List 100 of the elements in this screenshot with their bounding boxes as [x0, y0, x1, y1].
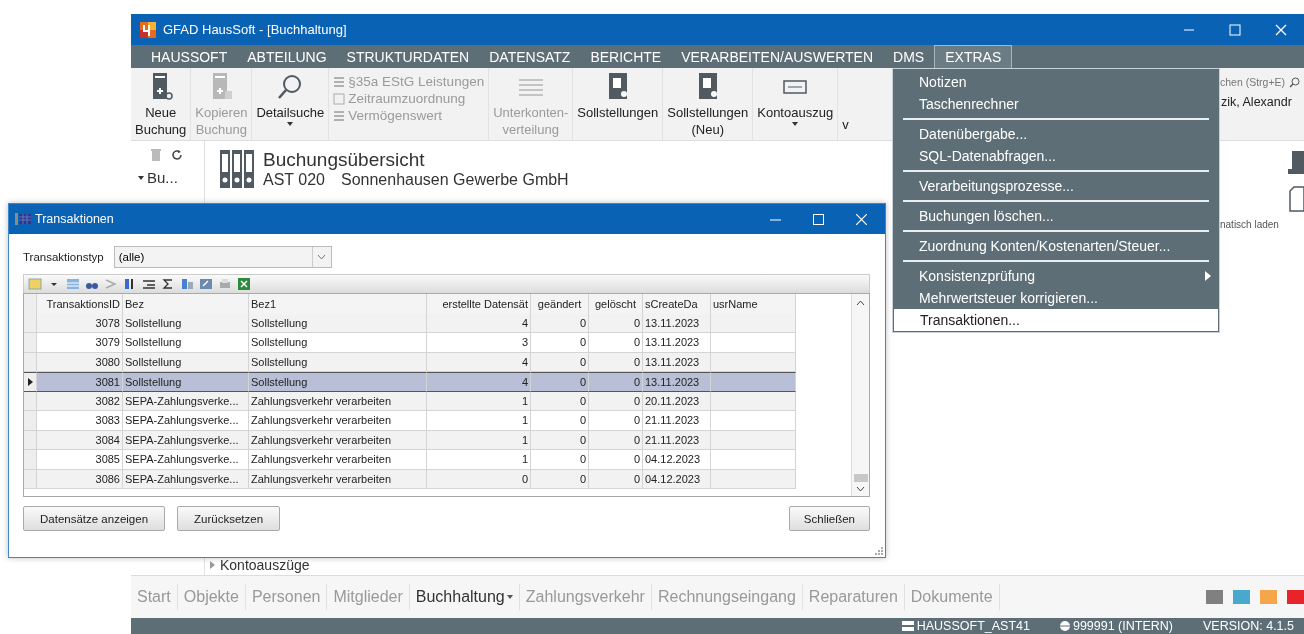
table-cell: 4 [427, 313, 531, 333]
module-tab[interactable]: Reparaturen [802, 584, 905, 610]
menu-item[interactable]: HAUSSOFT [141, 45, 238, 68]
table-cell: 0 [531, 450, 589, 470]
menu-item[interactable]: Taschenrechner [893, 93, 1219, 115]
ribbon-button[interactable]: Sollstellungen (Neu) [663, 68, 754, 140]
module-tab[interactable]: Start [131, 584, 178, 610]
search-field[interactable]: chen (Strg+E) [1220, 76, 1304, 88]
ribbon-button[interactable]: Kontoauszug [753, 68, 839, 140]
color-swatch[interactable] [1287, 590, 1304, 604]
panel-dropdown[interactable]: Bu... [137, 169, 204, 186]
sum-icon[interactable] [161, 277, 175, 291]
maximize-icon[interactable] [1229, 23, 1241, 36]
type-dropdown[interactable]: (alle) [113, 245, 332, 268]
table-cell: Sollstellung [249, 372, 427, 392]
table-cell: 0 [531, 391, 589, 411]
scroll-thumb[interactable] [853, 474, 868, 482]
section-header[interactable]: Kontoauszüge [205, 555, 1220, 575]
module-tab[interactable]: Rechnungseingang [651, 584, 803, 610]
scroll-down-icon[interactable] [856, 486, 865, 492]
table-cell: 0 [531, 352, 589, 372]
module-tab[interactable]: Objekte [177, 584, 246, 610]
module-tab[interactable]: Dokumente [904, 584, 1000, 610]
action-button[interactable]: Zurücksetzen [177, 506, 281, 531]
menu-item[interactable]: VERARBEITEN/AUSWERTEN [671, 45, 884, 68]
column-header[interactable]: geändert [531, 294, 589, 315]
table-cell: 3085 [37, 450, 123, 470]
resize-grip-icon [875, 547, 883, 555]
menu-item[interactable]: Notizen [893, 71, 1219, 93]
menu-item[interactable]: BERICHTE [580, 45, 672, 68]
scroll-up-icon[interactable] [856, 300, 865, 306]
scrollbar[interactable] [851, 294, 869, 496]
table-cell: 3080 [37, 352, 123, 372]
document-icon[interactable] [1288, 185, 1304, 213]
grid-icon [333, 109, 346, 122]
menu-item[interactable]: SQL-Datenabfragen... [893, 145, 1219, 167]
menu-item[interactable]: Datenübergabe... [893, 123, 1219, 145]
table-cell: 3082 [37, 391, 123, 411]
spreadsheet-icon[interactable] [237, 277, 251, 291]
indent-icon[interactable] [142, 277, 156, 291]
refresh-icon[interactable] [171, 149, 183, 161]
maximize-icon[interactable] [813, 213, 824, 225]
column-header[interactable]: sCreateDa [643, 294, 711, 315]
table-cell: 3 [427, 333, 531, 353]
column-header[interactable]: gelöscht [589, 294, 643, 315]
color-swatch[interactable] [1260, 590, 1277, 604]
row-header[interactable] [24, 372, 37, 392]
ribbon-button[interactable]: v [838, 68, 849, 140]
table-cell: SEPA-Zahlungsverke... [123, 469, 249, 489]
column-header[interactable]: Bez [123, 294, 249, 315]
grid-icon[interactable] [66, 277, 80, 291]
ribbon-button[interactable]: Sollstellungen [573, 68, 664, 140]
table-cell: 0 [531, 411, 589, 431]
menu-item[interactable]: Zuordnung Konten/Kostenarten/Steuer... [893, 235, 1219, 257]
menu-item[interactable]: Verarbeitungsprozesse... [893, 175, 1219, 197]
table-cell: 4 [427, 352, 531, 372]
table-cell: 1 [427, 391, 531, 411]
ribbon-button[interactable]: Neue Buchung [131, 68, 192, 140]
menu-item[interactable]: Konsistenzprüfung [893, 265, 1219, 287]
table-cell: 3078 [37, 313, 123, 333]
export-icon[interactable] [199, 277, 213, 291]
module-tab[interactable]: Buchhaltung [409, 584, 520, 610]
menu-item[interactable]: EXTRAS [934, 45, 1013, 68]
caret-icon [137, 174, 145, 181]
table-cell: SEPA-Zahlungsverke... [123, 430, 249, 450]
table-cell: 1 [427, 430, 531, 450]
column-header[interactable]: Bez1 [249, 294, 427, 315]
chevron-down-icon [317, 253, 327, 260]
color-swatch[interactable] [1206, 590, 1223, 604]
table-cell: 3081 [37, 372, 123, 392]
expand-arrow-icon [209, 561, 216, 569]
ribbon-button[interactable]: Detailsuche [252, 68, 330, 140]
table-icon [15, 212, 31, 226]
color-swatch[interactable] [1233, 590, 1250, 604]
menu-item[interactable]: ABTEILUNG [237, 45, 337, 68]
column-header[interactable]: erstellte Datensät [427, 294, 531, 315]
row-pointer-icon [27, 377, 33, 386]
menu-item[interactable]: Transaktionen... [894, 309, 1218, 331]
close-icon[interactable] [856, 213, 867, 225]
trash-icon[interactable] [151, 149, 161, 161]
module-tab[interactable]: Mitglieder [327, 584, 410, 610]
printer-icon[interactable] [218, 277, 232, 291]
menu-item[interactable]: STRUKTURDATEN [336, 45, 480, 68]
columns-icon[interactable] [180, 277, 194, 291]
menu-item[interactable]: DMS [883, 45, 935, 68]
close-icon[interactable] [1275, 23, 1287, 36]
close-button[interactable]: Schließen [788, 506, 870, 531]
table-cell: 0 [531, 372, 589, 392]
column-header[interactable]: usrName [711, 294, 796, 315]
action-button[interactable]: Datensätze anzeigen [23, 506, 166, 531]
module-tab[interactable]: Personen [245, 584, 328, 610]
menu-item[interactable]: DATENSATZ [479, 45, 581, 68]
menu-item[interactable]: Mehrwertsteuer korrigieren... [893, 287, 1219, 309]
layout-icon[interactable] [28, 277, 42, 291]
table-cell: 0 [531, 469, 589, 489]
menu-item[interactable]: Buchungen löschen... [893, 205, 1219, 227]
table-cell: 0 [531, 313, 589, 333]
page-title: Buchungsübersicht [263, 149, 426, 171]
column-header[interactable]: TransaktionsID [37, 294, 123, 315]
table-cell: Sollstellung [123, 333, 249, 353]
